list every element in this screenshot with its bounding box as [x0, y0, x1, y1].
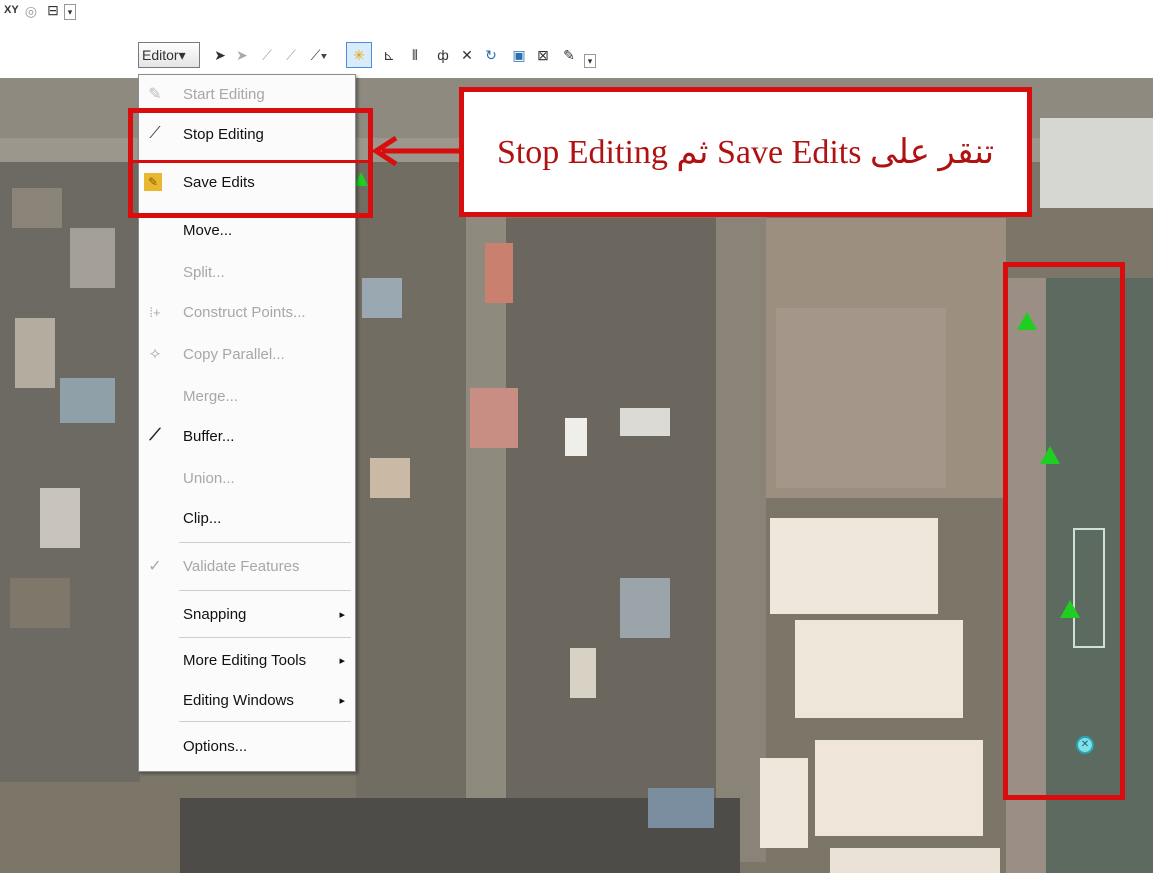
- editor-menu-button[interactable]: Editor▾: [138, 42, 200, 68]
- menu-item-copy-parallel[interactable]: ⟡ Copy Parallel...: [139, 335, 355, 373]
- building: [40, 488, 80, 548]
- menu-item-validate-features[interactable]: ✓ Validate Features: [139, 547, 355, 585]
- menu-item-buffer[interactable]: ⟋ Buffer...: [139, 417, 355, 455]
- open-field: [776, 308, 946, 488]
- instruction-text: تنقر على Save Edits ثم Stop Editing: [496, 134, 995, 171]
- menu-item-options[interactable]: Options...: [139, 727, 355, 765]
- edit-tool-icon[interactable]: ➤: [212, 45, 228, 65]
- end-point-arc-icon[interactable]: ⟋: [282, 45, 300, 65]
- building: [370, 458, 410, 498]
- menu-item-split[interactable]: Split...: [139, 253, 355, 291]
- create-features-icon[interactable]: ✎: [560, 45, 578, 65]
- attributes-icon[interactable]: ▣: [510, 45, 528, 65]
- warehouse: [795, 620, 963, 718]
- warehouse: [770, 518, 938, 614]
- building: [12, 188, 62, 228]
- building: [620, 578, 670, 638]
- building: [470, 388, 518, 448]
- top-toolbar: XY ◎ ⊟ ▾: [0, 0, 1153, 36]
- construct-points-icon: ⁞+: [149, 304, 161, 320]
- menu-separator: [179, 721, 351, 722]
- sketch-properties-icon[interactable]: ⊠: [534, 45, 552, 65]
- building: [648, 788, 714, 828]
- xy-label[interactable]: XY: [4, 4, 19, 16]
- highlight-divider: [131, 160, 371, 165]
- submenu-arrow-icon: ▸: [339, 654, 345, 667]
- measure-icon[interactable]: ⊟: [44, 2, 62, 18]
- toolbar-options-icon[interactable]: ▾: [64, 4, 76, 20]
- rotate-line-icon[interactable]: ✕: [458, 45, 476, 65]
- rotate-icon[interactable]: ↻: [482, 45, 500, 65]
- straight-segment-icon[interactable]: ⟋: [258, 45, 276, 65]
- menu-item-editing-windows[interactable]: Editing Windows ▸: [139, 681, 355, 719]
- warehouse: [830, 848, 1000, 873]
- sketch-tool-icon[interactable]: ⟋▾: [306, 45, 332, 65]
- menu-item-clip[interactable]: Clip...: [139, 499, 355, 537]
- building: [15, 318, 55, 388]
- building: [60, 378, 115, 423]
- road: [716, 162, 766, 862]
- validate-features-icon: ✓: [148, 558, 162, 575]
- warehouse: [760, 758, 808, 848]
- cut-polygons-icon[interactable]: ⫴: [404, 45, 426, 65]
- reshape-icon[interactable]: ⊾: [380, 45, 398, 65]
- toolbar-options-icon[interactable]: ▾: [584, 54, 596, 68]
- instruction-callout: تنقر على Save Edits ثم Stop Editing: [459, 87, 1032, 217]
- edit-annotation-icon[interactable]: ➤: [234, 45, 250, 65]
- building: [1040, 118, 1153, 208]
- start-editing-icon: ✎: [148, 86, 162, 103]
- menu-item-union[interactable]: Union...: [139, 459, 355, 497]
- copy-parallel-icon: ⟡: [149, 345, 161, 362]
- pointer-arrow-icon: [371, 136, 460, 166]
- warehouse: [815, 740, 983, 836]
- residential-block: [506, 218, 716, 808]
- split-tool-icon[interactable]: ф: [434, 45, 452, 65]
- active-tool-icon[interactable]: ✳: [346, 42, 372, 68]
- menu-item-construct-points[interactable]: ⁞+ Construct Points...: [139, 293, 355, 331]
- building: [485, 243, 513, 303]
- building: [570, 648, 596, 698]
- menu-item-snapping[interactable]: Snapping ▸: [139, 595, 355, 633]
- menu-separator: [179, 590, 351, 591]
- highlight-box-points: [1003, 262, 1125, 800]
- menu-separator: [179, 637, 351, 638]
- menu-item-more-editing-tools[interactable]: More Editing Tools ▸: [139, 641, 355, 679]
- buffer-icon: ⟋: [149, 427, 161, 444]
- building: [362, 278, 402, 318]
- building: [565, 418, 587, 456]
- menu-item-merge[interactable]: Merge...: [139, 377, 355, 415]
- menu-separator: [179, 542, 351, 543]
- building: [70, 228, 115, 288]
- submenu-arrow-icon: ▸: [339, 694, 345, 707]
- submenu-arrow-icon: ▸: [339, 608, 345, 621]
- identify-icon[interactable]: ◎: [22, 3, 40, 19]
- building: [10, 578, 70, 628]
- building: [620, 408, 670, 436]
